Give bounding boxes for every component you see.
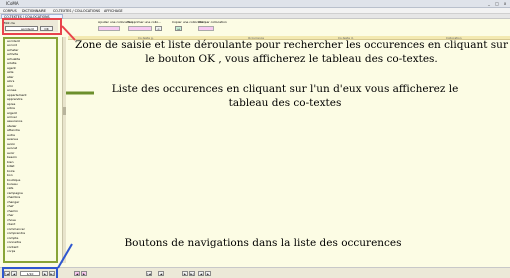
occurrence-scrollbar[interactable] bbox=[62, 37, 66, 263]
add-collocation-field[interactable] bbox=[98, 26, 120, 31]
table-last-button[interactable]: ►| bbox=[189, 271, 195, 276]
view-collocation-label: Voir par collocation bbox=[198, 20, 227, 24]
table-next-button[interactable]: ► bbox=[182, 271, 188, 276]
title-bar: ICoMA _ □ x bbox=[0, 0, 510, 8]
scrollbar-thumb[interactable] bbox=[63, 107, 66, 115]
copy-collocation-button[interactable]: ↔ bbox=[175, 26, 182, 31]
search-annotation: Zone de saisie et liste déroulante pour … bbox=[75, 39, 508, 65]
list-annotation: Liste des occurences en cliquant sur l'u… bbox=[111, 83, 459, 109]
minimize-button[interactable]: _ bbox=[486, 1, 492, 6]
search-highlight-box bbox=[2, 18, 62, 35]
view-collocation-field[interactable] bbox=[198, 26, 214, 31]
remove-collocation-label: Supprimer une collo... bbox=[128, 20, 162, 24]
maximize-button[interactable]: □ bbox=[494, 1, 500, 6]
table-prev-button[interactable]: ◄ bbox=[158, 271, 164, 276]
collocation-prev-button[interactable]: ◄ bbox=[198, 271, 204, 276]
collocation-next-button[interactable]: ► bbox=[205, 271, 211, 276]
list-item[interactable]: corps bbox=[7, 249, 55, 253]
remove-collocation-field[interactable] bbox=[128, 26, 152, 31]
close-button[interactable]: x bbox=[502, 1, 508, 6]
cotext-prev-button[interactable]: ◄ bbox=[74, 271, 80, 276]
navigation-highlight-box bbox=[2, 267, 58, 278]
bottom-navigation-bar: |◄ ◄ 1/10 ► ►| ◄ ► |◄ ◄ ► ►| ◄ ► bbox=[0, 267, 510, 278]
occurrence-list: accident accord acheter activite actualite ad… bbox=[3, 37, 58, 263]
navigation-annotation: Boutons de navigations dans la liste des… bbox=[124, 237, 402, 249]
occurrence-items: accident accord acheter activite actualite ad… bbox=[7, 39, 55, 254]
window-title: ICoMA bbox=[6, 1, 19, 6]
table-first-button[interactable]: |◄ bbox=[146, 271, 152, 276]
cotext-next-button[interactable]: ► bbox=[81, 271, 87, 276]
remove-collocation-button[interactable]: < bbox=[155, 26, 162, 31]
application-window: ICoMA _ □ x CORPUS DICTIONNAIRE CO-TEXTE… bbox=[0, 0, 510, 278]
